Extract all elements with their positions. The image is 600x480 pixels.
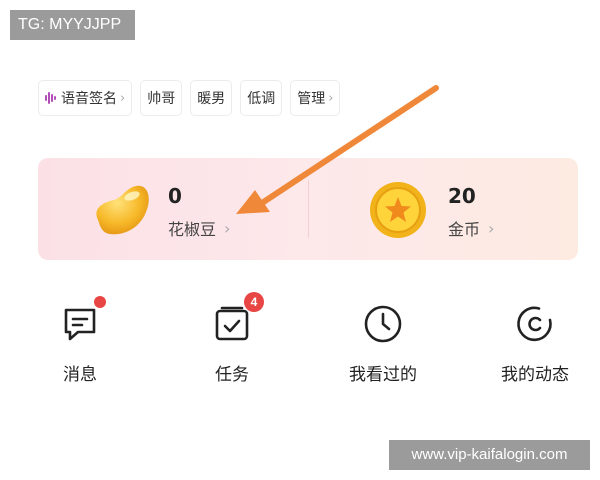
shortcut-label: 任务: [215, 365, 249, 385]
shortcut-label: 我的动态: [501, 365, 569, 385]
shortcut-viewed[interactable]: 我看过的: [328, 302, 438, 385]
shortcut-messages[interactable]: 消息: [25, 296, 135, 385]
shortcut-label: 我看过的: [349, 365, 417, 385]
watermark-bottom: www.vip-kaifalogin.com: [389, 440, 590, 470]
shortcut-activity[interactable]: 我的动态: [480, 302, 590, 385]
shortcut-label: 消息: [63, 365, 97, 385]
activity-icon: [513, 302, 557, 346]
annotation-arrow: [236, 85, 439, 214]
task-icon: 4: [210, 292, 264, 346]
shortcut-tasks[interactable]: 4 任务: [177, 292, 287, 385]
notification-dot: [94, 296, 106, 308]
task-count-badge: 4: [244, 292, 264, 312]
message-icon: [58, 296, 106, 346]
clock-icon: [361, 302, 405, 346]
